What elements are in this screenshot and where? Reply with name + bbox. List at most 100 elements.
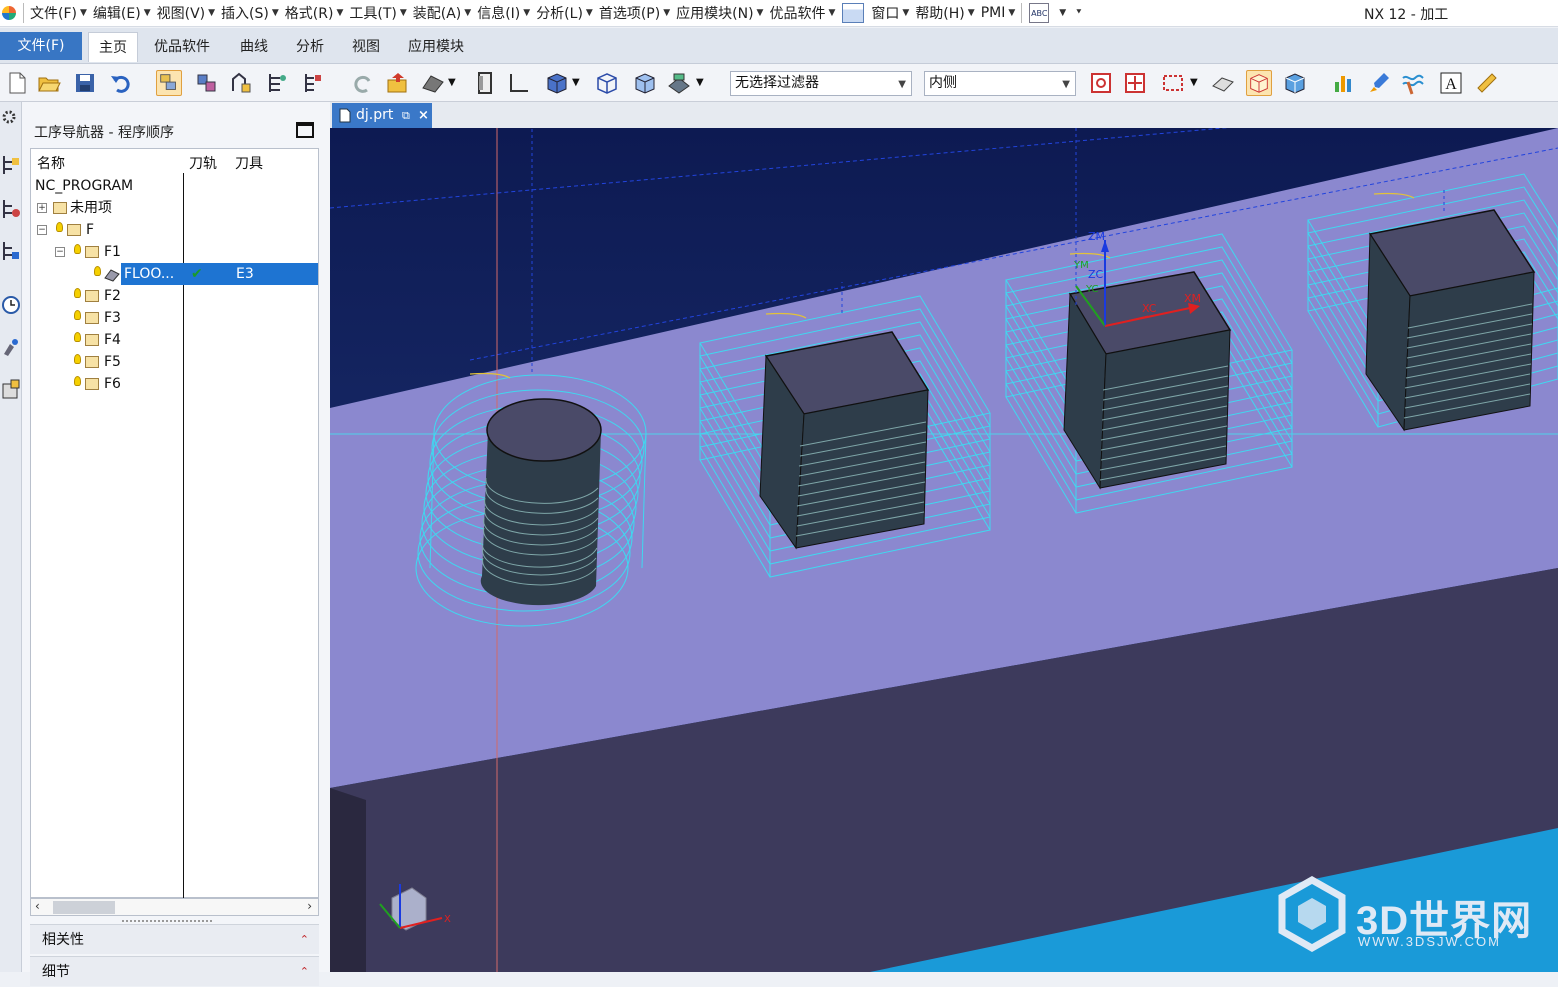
- collapse-minus-icon[interactable]: −: [55, 247, 65, 257]
- collapse-chevron-icon[interactable]: ⌃: [300, 925, 309, 955]
- highlight-cube-icon[interactable]: [1246, 70, 1272, 96]
- method-view-icon[interactable]: [264, 70, 290, 96]
- nx-logo-icon[interactable]: [2, 6, 16, 20]
- open-folder-icon[interactable]: [36, 70, 62, 96]
- tree-row-f2[interactable]: F2: [31, 285, 318, 307]
- dependencies-section[interactable]: 相关性 ⌃: [30, 924, 319, 954]
- reuse-library-icon[interactable]: [1, 378, 21, 400]
- menu-format[interactable]: 格式(R) ▼: [282, 0, 347, 27]
- machine-navigator-icon[interactable]: [1, 198, 21, 220]
- tree-row-f6[interactable]: F6: [31, 373, 318, 395]
- menu-insert[interactable]: 插入(S) ▼: [218, 0, 282, 27]
- scrollbar-thumb[interactable]: [53, 901, 115, 914]
- details-section[interactable]: 细节 ⌃: [30, 956, 319, 986]
- scroll-right-icon[interactable]: ›: [307, 899, 312, 913]
- collapse-chevron-icon[interactable]: ⌃: [300, 957, 309, 987]
- history-clock-icon[interactable]: [1, 294, 21, 316]
- menu-view[interactable]: 视图(V) ▼: [154, 0, 218, 27]
- quick-access-dropdown[interactable]: ▼: [1053, 0, 1069, 27]
- machine-tool-icon[interactable]: [1, 336, 21, 358]
- collapse-minus-icon[interactable]: −: [37, 225, 47, 235]
- menu-file[interactable]: 文件(F) ▼: [27, 0, 90, 27]
- tree-row-nc-program[interactable]: NC_PROGRAM: [31, 175, 318, 197]
- menu-pmi[interactable]: PMI ▼: [978, 0, 1019, 27]
- toolpath-icon[interactable]: [1400, 70, 1426, 96]
- column-header-name[interactable]: 名称: [37, 153, 65, 173]
- chevron-down-icon[interactable]: ▼: [1190, 70, 1204, 96]
- geometry-view-icon[interactable]: [228, 70, 254, 96]
- background-icon[interactable]: [666, 70, 692, 96]
- window-icon[interactable]: [842, 3, 865, 23]
- part-navigator-icon[interactable]: [1, 240, 21, 262]
- close-icon[interactable]: ×: [418, 103, 429, 128]
- redo-icon[interactable]: [350, 70, 376, 96]
- horizontal-scrollbar[interactable]: ‹ ›: [30, 898, 319, 916]
- menu-preferences[interactable]: 首选项(P) ▼: [596, 0, 673, 27]
- tree-row-f5[interactable]: F5: [31, 351, 318, 373]
- open-part-icon[interactable]: [384, 70, 410, 96]
- tab-youpin[interactable]: 优品软件: [144, 32, 220, 62]
- tree-row-floor-operation[interactable]: FLOO... ✔ E3: [31, 263, 318, 285]
- tab-analysis[interactable]: 分析: [286, 32, 334, 62]
- menu-edit[interactable]: 编辑(E) ▼: [90, 0, 154, 27]
- undo-icon[interactable]: [108, 70, 134, 96]
- annotation-icon[interactable]: ABC: [1029, 3, 1050, 23]
- operation-navigator-icon[interactable]: [1, 154, 21, 176]
- menu-youpin[interactable]: 优品软件 ▼: [766, 0, 838, 27]
- display-style-icon[interactable]: [420, 70, 446, 96]
- tree-row-f[interactable]: − F: [31, 219, 318, 241]
- tab-home[interactable]: 主页: [88, 32, 138, 62]
- selection-filter-select[interactable]: 无选择过滤器 ▼: [730, 71, 912, 96]
- model-scene[interactable]: ZM ZC XC XM YM YC X: [330, 128, 1558, 972]
- block1-boss[interactable]: [759, 331, 930, 550]
- tab-view[interactable]: 视图: [342, 32, 390, 62]
- cylinder-boss[interactable]: [480, 398, 602, 606]
- corner-view-icon[interactable]: [506, 70, 532, 96]
- text-icon[interactable]: A: [1438, 70, 1464, 96]
- menu-help[interactable]: 帮助(H) ▼: [912, 0, 977, 27]
- save-icon[interactable]: [72, 70, 98, 96]
- selection-scope-select[interactable]: 内侧 ▼: [924, 71, 1076, 96]
- file-tab[interactable]: 文件(F): [0, 32, 82, 60]
- eraser-icon[interactable]: [1210, 70, 1236, 96]
- tree-row-unused[interactable]: + 未用项: [31, 197, 318, 219]
- tree-row-f3[interactable]: F3: [31, 307, 318, 329]
- wireframe-cube-icon[interactable]: [594, 70, 620, 96]
- column-header-tool[interactable]: 刀具: [235, 153, 263, 173]
- rectangle-select-icon[interactable]: [1160, 70, 1186, 96]
- scroll-left-icon[interactable]: ‹: [35, 899, 40, 913]
- chart-tool-icon[interactable]: [1330, 70, 1356, 96]
- menu-application[interactable]: 应用模块(N) ▼: [673, 0, 766, 27]
- new-file-icon[interactable]: [4, 70, 30, 96]
- chevron-down-icon[interactable]: ▼: [696, 70, 710, 96]
- orient-view-icon[interactable]: [472, 70, 498, 96]
- document-tab[interactable]: dj.prt ⧉ ×: [332, 103, 432, 128]
- menu-window[interactable]: 窗口 ▼: [868, 0, 912, 27]
- hidden-edge-cube-icon[interactable]: [632, 70, 658, 96]
- snap-center-icon[interactable]: [1122, 70, 1148, 96]
- block3-boss[interactable]: [1365, 209, 1536, 432]
- machine-tool-view-icon[interactable]: [194, 70, 220, 96]
- tree-row-f4[interactable]: F4: [31, 329, 318, 351]
- column-header-toolpath[interactable]: 刀轨: [189, 153, 217, 173]
- expand-plus-icon[interactable]: +: [37, 203, 47, 213]
- tab-curve[interactable]: 曲线: [230, 32, 278, 62]
- settings-gear-icon[interactable]: [1, 106, 21, 128]
- tree-row-f1[interactable]: − F1: [31, 241, 318, 263]
- brush-icon[interactable]: [1366, 70, 1392, 96]
- pin-icon[interactable]: ⧉: [402, 103, 410, 128]
- ruler-icon[interactable]: [1474, 70, 1500, 96]
- menu-tools[interactable]: 工具(T) ▼: [346, 0, 409, 27]
- menu-assembly[interactable]: 装配(A) ▼: [410, 0, 474, 27]
- tab-application[interactable]: 应用模块: [398, 32, 474, 62]
- chevron-down-icon[interactable]: ▼: [572, 70, 586, 96]
- program-order-view-icon[interactable]: [156, 70, 182, 96]
- graphics-viewport[interactable]: ZM ZC XC XM YM YC X: [330, 128, 1558, 972]
- operation-list-icon[interactable]: [300, 70, 326, 96]
- menu-analysis[interactable]: 分析(L) ▼: [533, 0, 596, 27]
- chevron-down-icon[interactable]: ▼: [448, 70, 462, 96]
- menu-info[interactable]: 信息(I) ▼: [474, 0, 533, 27]
- solid-cube-icon[interactable]: [1282, 70, 1308, 96]
- customize-dropdown[interactable]: ⯆: [1069, 0, 1085, 27]
- snap-point-icon[interactable]: [1088, 70, 1114, 96]
